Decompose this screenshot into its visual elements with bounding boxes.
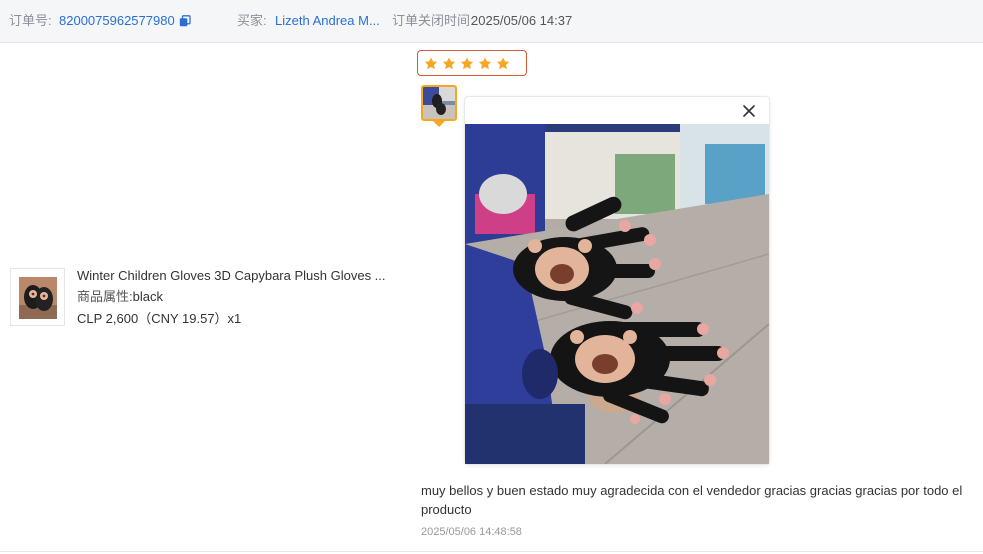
thumbnail-selected-caret (433, 121, 445, 127)
product-title[interactable]: Winter Children Gloves 3D Capybara Plush… (77, 268, 386, 284)
review-photo-thumbnail[interactable] (421, 85, 457, 121)
review-timestamp: 2025/05/06 14:48:58 (421, 526, 522, 538)
close-icon[interactable] (739, 101, 759, 121)
star-icon (460, 57, 474, 70)
copy-icon[interactable] (179, 15, 191, 27)
star-icon (424, 57, 438, 70)
divider (0, 551, 983, 552)
order-header: 订单号: 8200075962577980 买家: Lizeth Andrea … (0, 0, 983, 43)
product-price: CLP 2,600（CNY 19.57）x1 (77, 311, 242, 326)
buyer-label: 买家: (237, 13, 267, 28)
review-comment: muy bellos y buen estado muy agradecida … (421, 483, 963, 517)
product-attr-label: 商品属性: (77, 289, 133, 304)
buyer-name-link[interactable]: Lizeth Andrea M... (275, 13, 380, 29)
review-photo (465, 124, 769, 464)
order-number-link[interactable]: 8200075962577980 (59, 13, 175, 29)
product-attr-value: black (132, 289, 163, 304)
star-icon (442, 57, 456, 70)
order-number-label: 订单号: (9, 13, 52, 28)
closed-time-label: 订单关闭时间: (392, 13, 474, 28)
star-icon (478, 57, 492, 70)
star-rating (417, 50, 527, 76)
star-icon (496, 57, 510, 70)
product-attributes: 商品属性:black (77, 289, 163, 305)
product-thumbnail[interactable] (10, 268, 65, 326)
closed-time-value: 2025/05/06 14:37 (471, 13, 573, 28)
